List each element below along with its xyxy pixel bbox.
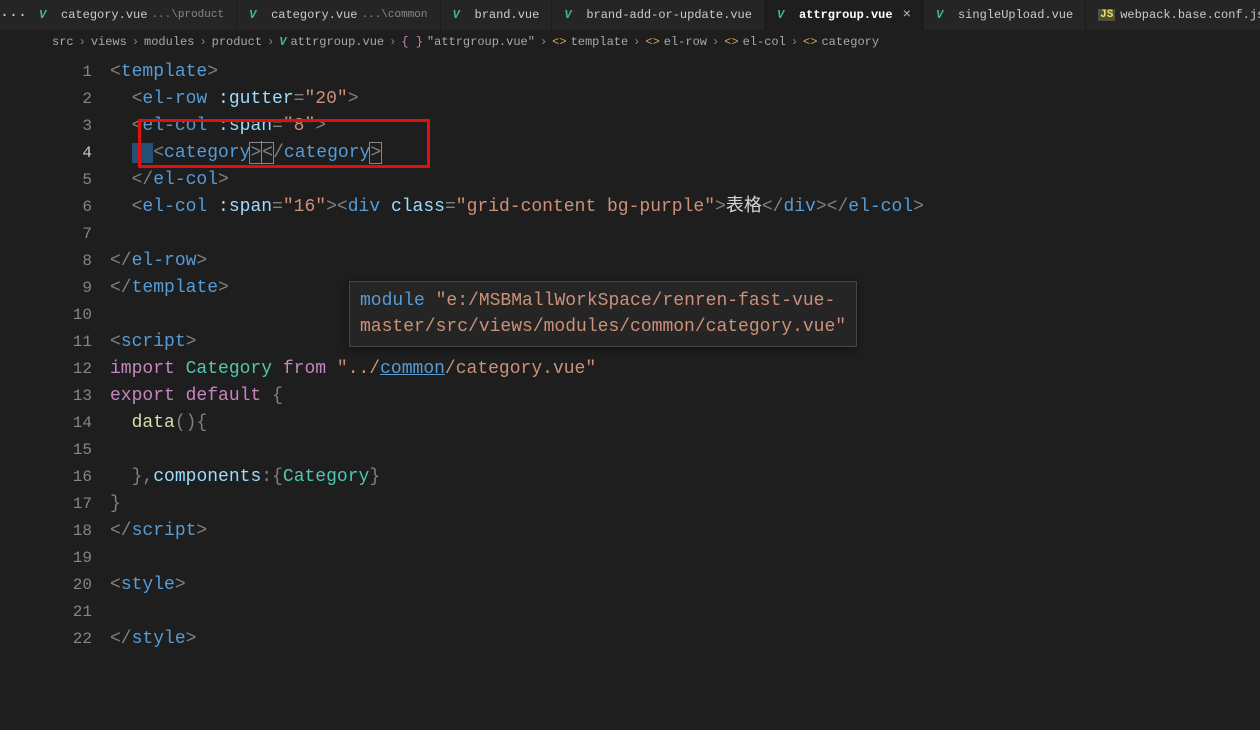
vue-icon: V <box>249 8 266 22</box>
chevron-right-icon: › <box>791 35 798 49</box>
vue-icon: V <box>39 8 56 22</box>
code-line[interactable]: },components:{Category} <box>110 464 1260 491</box>
line-number[interactable]: 5 <box>48 167 110 194</box>
chevron-right-icon: › <box>633 35 640 49</box>
editor-main: 1 2 3 4 5 6 7 8 9 10 11 12 13 14 15 16 1… <box>0 53 1260 730</box>
line-number[interactable]: 16 <box>48 464 110 491</box>
code-line[interactable] <box>110 545 1260 572</box>
breadcrumb-item[interactable]: "attrgroup.vue" <box>427 35 535 49</box>
line-number[interactable]: 12 <box>48 356 110 383</box>
tab-label: webpack.base.conf.js <box>1120 8 1260 22</box>
line-number[interactable]: 2 <box>48 86 110 113</box>
chevron-right-icon: › <box>199 35 206 49</box>
tab-label: category.vue <box>271 8 357 22</box>
code-line[interactable]: <el-row :gutter="20"> <box>110 86 1260 113</box>
breadcrumb-item[interactable]: attrgroup.vue <box>290 35 384 49</box>
code-line[interactable]: </style> <box>110 626 1260 653</box>
close-icon[interactable]: × <box>903 8 911 22</box>
tab-label: brand-add-or-update.vue <box>586 8 752 22</box>
breadcrumb: src › views › modules › product › Vattrgroup… <box>0 31 1260 53</box>
breadcrumb-item[interactable]: category <box>821 35 879 49</box>
code-line[interactable]: <style> <box>110 572 1260 599</box>
chevron-right-icon: › <box>79 35 86 49</box>
tag-icon: <> <box>803 35 817 49</box>
line-number[interactable]: 22 <box>48 626 110 653</box>
brace-icon: { } <box>401 35 423 49</box>
tab-label: category.vue <box>61 8 147 22</box>
line-number[interactable]: 15 <box>48 437 110 464</box>
tab-category-product[interactable]: V category.vue ...\product <box>27 0 237 30</box>
tag-icon: <> <box>552 35 566 49</box>
vue-icon: V <box>453 8 470 22</box>
line-number[interactable]: 18 <box>48 518 110 545</box>
code-line[interactable]: </el-col> <box>110 167 1260 194</box>
code-line[interactable]: <category></category> <box>110 140 1260 167</box>
line-number[interactable]: 1 <box>48 59 110 86</box>
code-line[interactable]: </​script> <box>110 518 1260 545</box>
line-number[interactable]: 13 <box>48 383 110 410</box>
code-line[interactable]: import Category from "../common/category… <box>110 356 1260 383</box>
code-line[interactable]: <el-col :span="8"> <box>110 113 1260 140</box>
line-number[interactable]: 21 <box>48 599 110 626</box>
chevron-right-icon: › <box>267 35 274 49</box>
code-line[interactable]: </el-row> <box>110 248 1260 275</box>
code-line[interactable]: data(){ <box>110 410 1260 437</box>
tab-label: brand.vue <box>475 8 540 22</box>
line-number[interactable]: 3 <box>48 113 110 140</box>
line-number[interactable]: 8 <box>48 248 110 275</box>
overflow-icon[interactable]: ··· <box>0 0 27 30</box>
line-number[interactable]: 10 <box>48 302 110 329</box>
tab-sublabel: ...\common <box>361 9 427 21</box>
line-number[interactable]: 14 <box>48 410 110 437</box>
chevron-right-icon: › <box>132 35 139 49</box>
code-line[interactable]: export default { <box>110 383 1260 410</box>
tab-attrgroup[interactable]: V attrgroup.vue × <box>765 0 924 30</box>
line-number-gutter: 1 2 3 4 5 6 7 8 9 10 11 12 13 14 15 16 1… <box>48 53 110 730</box>
breadcrumb-item[interactable]: modules <box>144 35 194 49</box>
line-number[interactable]: 6 <box>48 194 110 221</box>
tab-brand-add-or-update[interactable]: V brand-add-or-update.vue <box>552 0 765 30</box>
tag-icon: <> <box>645 35 659 49</box>
vue-icon: V <box>936 8 953 22</box>
vue-icon: V <box>564 8 581 22</box>
line-number[interactable]: 17 <box>48 491 110 518</box>
code-area[interactable]: <template> <el-row :gutter="20"> <el-col… <box>110 53 1260 730</box>
chevron-right-icon: › <box>540 35 547 49</box>
breadcrumb-item[interactable]: views <box>91 35 127 49</box>
chevron-right-icon: › <box>389 35 396 49</box>
breadcrumb-item[interactable]: product <box>212 35 262 49</box>
editor-tabs: ··· V category.vue ...\product V categor… <box>0 0 1260 31</box>
code-line[interactable] <box>110 221 1260 248</box>
breadcrumb-item[interactable]: el-row <box>664 35 707 49</box>
tab-sublabel: ...\product <box>151 9 224 21</box>
js-icon: JS <box>1098 9 1115 21</box>
hover-tooltip: module "e:/MSBMallWorkSpace/renren-fast-… <box>349 281 857 347</box>
tag-icon: <> <box>724 35 738 49</box>
vue-icon: V <box>777 8 794 22</box>
breadcrumb-item[interactable]: template <box>571 35 629 49</box>
line-number[interactable]: 19 <box>48 545 110 572</box>
activity-bar[interactable] <box>0 53 48 730</box>
line-number[interactable]: 20 <box>48 572 110 599</box>
breadcrumb-item[interactable]: src <box>52 35 74 49</box>
tab-label: singleUpload.vue <box>958 8 1073 22</box>
code-line[interactable] <box>110 599 1260 626</box>
line-number[interactable]: 7 <box>48 221 110 248</box>
tab-category-common[interactable]: V category.vue ...\common <box>237 0 440 30</box>
vue-icon: V <box>279 35 286 49</box>
tab-single-upload[interactable]: V singleUpload.vue <box>924 0 1086 30</box>
line-number[interactable]: 11 <box>48 329 110 356</box>
tab-label: attrgroup.vue <box>799 8 893 22</box>
code-line[interactable]: <el-col :span="16"><div class="grid-cont… <box>110 194 1260 221</box>
code-line[interactable]: <template> <box>110 59 1260 86</box>
tab-webpack-base[interactable]: JS webpack.base.conf.js <box>1086 0 1260 30</box>
line-number[interactable]: 4 <box>48 140 110 167</box>
breadcrumb-item[interactable]: el-col <box>743 35 786 49</box>
code-line[interactable] <box>110 437 1260 464</box>
tab-brand[interactable]: V brand.vue <box>441 0 553 30</box>
line-number[interactable]: 9 <box>48 275 110 302</box>
code-line[interactable]: } <box>110 491 1260 518</box>
chevron-right-icon: › <box>712 35 719 49</box>
